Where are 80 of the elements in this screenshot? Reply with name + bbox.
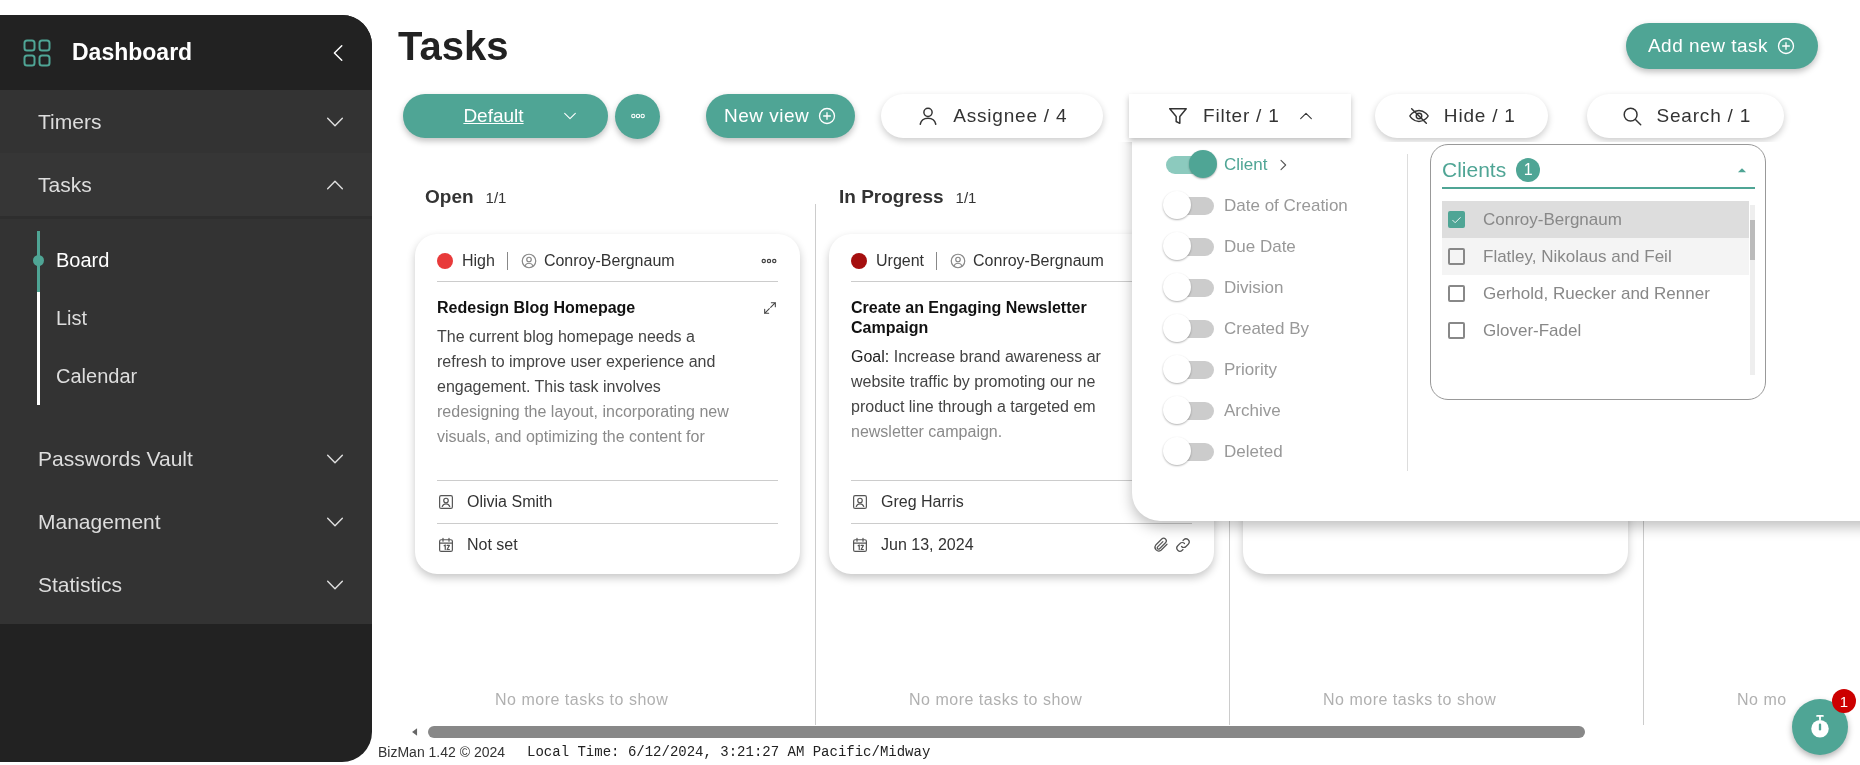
scrollbar-thumb[interactable] xyxy=(428,726,1585,738)
description-line: product line through a targeted em xyxy=(851,397,1096,417)
person-icon xyxy=(437,493,455,511)
scroll-left-icon[interactable] xyxy=(410,727,420,737)
search-icon xyxy=(1620,105,1643,127)
description-line: visuals, and optimizing the content for xyxy=(437,427,705,447)
menu-item[interactable]: Passwords Vault xyxy=(0,427,372,490)
empty-message: No mo xyxy=(1737,691,1787,710)
filter-label: Priority xyxy=(1224,358,1277,381)
checkbox[interactable] xyxy=(1448,285,1465,302)
description-line: website traffic by promoting our ne xyxy=(851,372,1096,392)
client-option[interactable]: Glover-Fadel xyxy=(1442,312,1749,349)
description-line: newsletter campaign. xyxy=(851,422,1003,442)
submenu-item[interactable]: List xyxy=(44,289,88,347)
description-line: refresh to improve user experience and xyxy=(437,352,716,372)
filter-label: Date of Creation xyxy=(1224,194,1348,217)
column-title: In Progress xyxy=(839,186,944,208)
funnel-icon xyxy=(1167,105,1189,127)
scrollbar[interactable] xyxy=(1750,205,1755,375)
checkbox[interactable] xyxy=(1448,248,1465,265)
column-count: 1/1 xyxy=(955,189,977,206)
description-line: redesigning the layout, incorporating new xyxy=(437,402,729,422)
filter-button[interactable]: Filter / 1 xyxy=(1129,94,1352,138)
filter-label: Division xyxy=(1224,276,1284,299)
assignee-button[interactable]: Assignee / 4 xyxy=(881,94,1104,138)
task-title: Redesign Blog Homepage xyxy=(437,298,637,318)
calendar-icon xyxy=(851,536,869,554)
menu-item[interactable]: Statistics xyxy=(0,553,372,616)
person-icon xyxy=(851,493,869,511)
priority-label: High xyxy=(462,252,495,270)
menu-item[interactable]: Management xyxy=(0,490,372,553)
client-icon xyxy=(949,252,968,270)
checkbox[interactable] xyxy=(1448,211,1465,228)
description-line: engagement. This task involves xyxy=(437,377,661,397)
due-date: Not set xyxy=(467,536,519,554)
filter-label: Archive xyxy=(1224,399,1281,422)
filter-label: Created By xyxy=(1224,317,1310,340)
notification-badge: 1 xyxy=(1832,689,1856,713)
filter-label: Deleted xyxy=(1224,440,1283,463)
empty-message: No more tasks to show xyxy=(495,691,669,710)
checkbox[interactable] xyxy=(1448,322,1465,339)
sidebar-title: Dashboard xyxy=(72,39,194,66)
assignee-name: Greg Harris xyxy=(881,493,965,511)
active-indicator xyxy=(33,254,44,266)
client-name: Conroy-Bergnaum xyxy=(543,252,676,270)
submenu-item[interactable]: Board xyxy=(44,231,110,289)
menu-item[interactable]: Timers xyxy=(0,90,372,153)
search-button[interactable]: Search / 1 xyxy=(1587,94,1785,138)
expand-icon[interactable] xyxy=(762,300,778,316)
link-icon xyxy=(1174,536,1192,554)
plus-icon xyxy=(817,106,838,126)
local-time: Local Time: 6/12/2024, 3:21:27 AM Pacific/Midway xyxy=(527,744,931,760)
client-option[interactable]: Gerhold, Ruecker and Renner xyxy=(1442,275,1749,312)
empty-message: No more tasks to show xyxy=(909,691,1083,710)
count-badge: 1 xyxy=(1516,158,1541,182)
filter-label: Client xyxy=(1224,153,1268,176)
column-count: 1/1 xyxy=(485,189,507,206)
task-card[interactable] xyxy=(415,234,800,574)
grid-icon xyxy=(22,37,52,68)
description-line: Goal: Increase brand awareness ar xyxy=(851,347,1101,367)
empty-message: No more tasks to show xyxy=(1323,691,1497,710)
client-icon xyxy=(519,252,538,270)
assignee-name: Olivia Smith xyxy=(467,493,554,511)
calendar-icon xyxy=(437,536,455,554)
timer-button[interactable] xyxy=(1792,699,1848,755)
column-title: Open xyxy=(425,186,474,208)
version-text: BizMan 1.42 © 2024 xyxy=(378,744,506,760)
client-name: Conroy-Bergnaum xyxy=(973,252,1105,270)
submenu-item[interactable]: Calendar xyxy=(44,347,138,405)
hide-button[interactable]: Hide / 1 xyxy=(1375,94,1549,138)
plus-icon xyxy=(1776,36,1796,56)
more-button[interactable] xyxy=(615,93,660,139)
paperclip-icon xyxy=(1152,536,1170,554)
filter-label: Due Date xyxy=(1224,235,1296,258)
page-title: Tasks xyxy=(398,23,509,69)
description-line: The current blog homepage needs a xyxy=(437,327,695,347)
due-date: Jun 13, 2024 xyxy=(881,536,975,554)
eye-slash-icon xyxy=(1407,105,1430,127)
task-title: Create an Engaging Newsletter Campaign xyxy=(851,298,1088,338)
priority-label: Urgent xyxy=(876,252,925,270)
